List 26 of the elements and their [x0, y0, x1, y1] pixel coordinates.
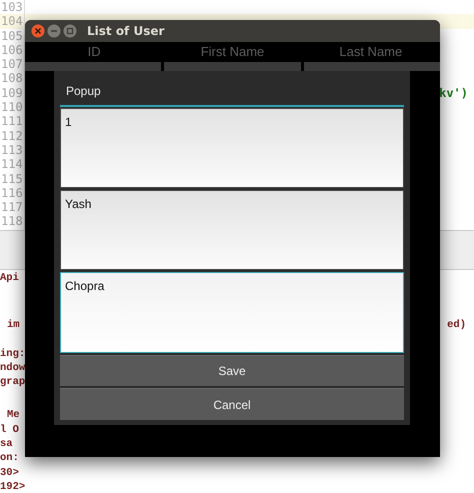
column-header: ID [86, 43, 102, 62]
popup-title: Popup [65, 83, 102, 100]
window-title: List of User [87, 23, 164, 40]
console-text: ndow [0, 360, 26, 376]
console-text: ed) [447, 318, 466, 333]
console-text: on: [0, 451, 19, 466]
column-header: First Name [200, 43, 266, 62]
column-header: Last Name [338, 43, 404, 62]
minimize-icon[interactable] [47, 24, 61, 38]
code-text: kv') [439, 86, 468, 100]
input-field[interactable]: Chopra [60, 272, 404, 353]
maximize-icon[interactable] [63, 24, 77, 38]
console-text: Api [0, 271, 19, 286]
save-button[interactable]: Save [60, 354, 404, 386]
console-text: im [6, 318, 20, 333]
input-field[interactable]: Yash [60, 190, 404, 270]
console-text: Me [6, 408, 20, 423]
console-text: l O [0, 422, 19, 438]
cancel-button[interactable]: Cancel [60, 388, 404, 420]
input-field[interactable]: 1 [60, 108, 404, 188]
console-text: sa [0, 437, 13, 452]
console-text: 192> [0, 480, 26, 493]
console-text: ing: [0, 346, 26, 361]
close-icon[interactable] [31, 24, 45, 38]
console-text: 30> [0, 466, 19, 480]
console-text: grap [0, 375, 26, 390]
